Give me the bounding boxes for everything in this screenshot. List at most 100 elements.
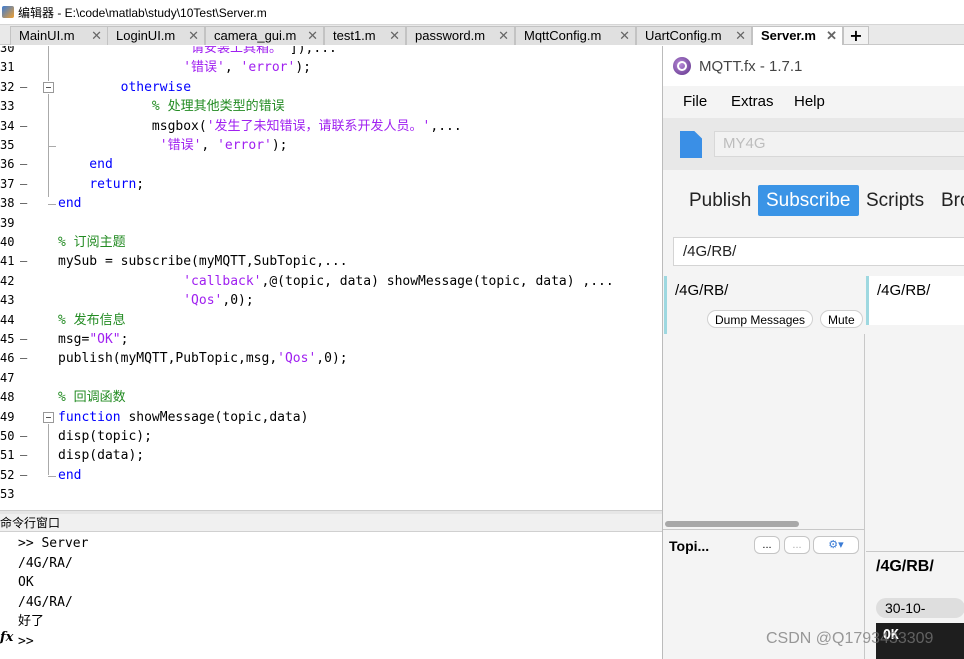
close-icon[interactable]: ✕ [91,27,102,45]
code-line[interactable]: 50– disp(topic); [0,427,662,446]
close-icon[interactable]: ✕ [826,27,837,45]
code-line[interactable]: 43 'Qos',0); [0,291,662,310]
fold-guide [48,423,49,475]
command-prompt[interactable]: >> [18,632,34,652]
code-line[interactable]: 53 [0,485,662,504]
line-number: 47 [0,370,15,385]
close-icon[interactable]: ✕ [619,27,630,45]
code-text: 'callback',@(topic, data) showMessage(to… [58,272,613,291]
subscription-item[interactable]: /4G/RB/ Dump Messages Mute [664,276,865,334]
close-icon[interactable]: ✕ [307,27,318,45]
line-number: 51 [0,448,15,463]
tab-mainui[interactable]: MainUI.m ✕ [10,26,108,45]
subscribe-topic-input[interactable]: /4G/RB/ [673,237,964,266]
add-tab-button[interactable]: + [843,26,869,45]
tab-subscribe[interactable]: Subscribe [758,185,859,216]
code-token: ); [295,60,311,76]
code-line[interactable]: 31 '错误', 'error'); [0,58,662,77]
code-line[interactable]: 35 '错误', 'error'); [0,136,662,155]
messages-pane: /4G/RB/ /4G/RB/ 30-10-2024 OK [866,276,964,659]
subscriptions-pane: /4G/RB/ Dump Messages Mute Topi... ... .… [663,276,865,659]
watermark: CSDN @Q1793433309 [766,630,934,647]
line-marker: – [20,196,28,211]
tab-uartconfig[interactable]: UartConfig.m ✕ [636,26,752,45]
tab-camera-gui[interactable]: camera_gui.m ✕ [205,26,324,45]
mqttfx-window: MQTT.fx - 1.7.1 File Extras Help MY4G Pu… [662,46,964,659]
code-token: ,... [430,118,462,134]
fold-guide-end [48,475,56,477]
tab-scripts[interactable]: Scripts [858,185,932,216]
document-icon[interactable] [680,131,702,158]
line-marker: – [20,332,28,346]
code-line[interactable]: 39 [0,214,662,233]
code-line[interactable]: 49 function showMessage(topic,data) [0,408,662,427]
code-line[interactable]: 51– disp(data); [0,446,662,465]
code-line[interactable]: 32– otherwise [0,78,662,97]
code-line[interactable]: 46– publish(myMQTT,PubTopic,msg,'Qos',0); [0,349,662,368]
tab-label: MqttConfig.m [524,28,602,43]
editor-tabbar: MainUI.m ✕ LoginUI.m ✕ camera_gui.m ✕ te… [0,25,964,45]
tab-label: MainUI.m [19,28,75,43]
menu-extras[interactable]: Extras [731,93,774,110]
command-window-header: 命令行窗口 [0,514,662,532]
command-output-line: OK [18,575,34,590]
tab-publish[interactable]: Publish [681,185,759,216]
tab-password[interactable]: password.m ✕ [406,26,515,45]
code-token: '发生了未知错误，请联系开发人员。' [206,118,431,134]
fold-toggle-icon[interactable] [43,411,54,423]
menu-help[interactable]: Help [794,93,825,110]
tab-mqttconfig[interactable]: MqttConfig.m ✕ [515,26,636,45]
topics-scan-button[interactable]: ... [754,536,780,554]
code-line[interactable]: 44 % 发布信息 [0,311,662,330]
code-editor[interactable]: 30 '请安装工具箱。']),... 31 '错误', 'error'); 32– … [0,46,662,510]
code-line[interactable]: 45– msg="OK"; [0,330,662,349]
dump-messages-button[interactable]: Dump Messages [707,310,814,328]
code-line[interactable]: 48 % 回调函数 [0,388,662,407]
fold-toggle-icon[interactable] [43,81,54,93]
tab-server[interactable]: Server.m ✕ [752,26,843,45]
code-token: mySub = subscribe(myMQTT,SubTopic,... [58,254,348,270]
divider [663,529,865,530]
command-window-title: 命令行窗口 [0,516,61,530]
tab-loginui[interactable]: LoginUI.m ✕ [107,26,205,45]
code-line[interactable]: 52– end [0,466,662,485]
code-line[interactable]: 30 '请安装工具箱。']),... [0,46,662,58]
horizontal-scrollbar[interactable] [665,521,799,527]
fold-guide [48,143,49,198]
tab-broker-status[interactable]: Bro [933,185,964,216]
menu-file[interactable]: File [683,93,707,110]
command-window[interactable]: >> Server /4G/RA/ OK /4G/RA/ 好了 >> fx [0,532,662,659]
tab-test1[interactable]: test1.m ✕ [324,26,406,45]
code-line[interactable]: 33 % 处理其他类型的错误 [0,97,662,116]
code-text: '请安装工具箱。']),... [58,46,337,58]
close-icon[interactable]: ✕ [735,27,746,45]
topics-stop-button[interactable]: ... [784,536,810,554]
code-line[interactable]: 47 [0,369,662,388]
code-token: function [58,409,121,425]
close-icon[interactable]: ✕ [498,27,509,45]
code-token: disp(data); [58,448,145,464]
code-line[interactable]: 41– mySub = subscribe(myMQTT,SubTopic,... [0,252,662,271]
code-token: , [224,60,241,76]
line-marker: – [20,79,28,94]
close-icon[interactable]: ✕ [389,27,400,45]
fx-icon[interactable]: fx [0,630,13,645]
code-text: msg="OK"; [58,330,128,349]
gear-dropdown-icon[interactable]: ⚙▾ [813,536,859,554]
line-number: 42 [0,273,15,288]
code-line[interactable]: 40 % 订阅主题 [0,233,662,252]
code-line[interactable]: 36– end [0,155,662,174]
code-line[interactable]: 38– end [0,194,662,213]
connection-profile-select[interactable]: MY4G [714,131,964,157]
command-output-line: /4G/RA/ [18,594,73,610]
code-line[interactable]: 34– msgbox('发生了未知错误，请联系开发人员。',... [0,117,662,136]
code-line[interactable]: 42 'callback',@(topic, data) showMessage… [0,272,662,291]
tab-label: LoginUI.m [116,28,176,43]
line-marker: – [20,448,28,463]
line-marker: – [20,118,28,133]
code-token: publish(myMQTT,PubTopic,msg, [58,351,278,367]
message-item[interactable]: /4G/RB/ [866,276,964,325]
code-line[interactable]: 37– return; [0,175,662,194]
mute-button[interactable]: Mute [820,310,863,328]
close-icon[interactable]: ✕ [188,27,199,45]
